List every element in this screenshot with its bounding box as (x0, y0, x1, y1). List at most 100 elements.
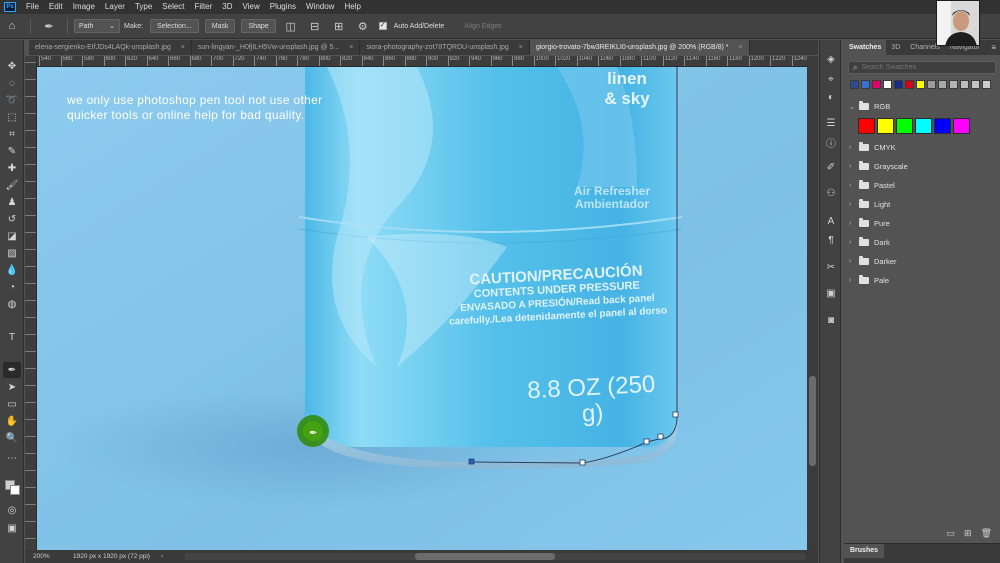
crop-tool-icon[interactable]: ⌗ (3, 126, 21, 142)
pen-tool-icon[interactable]: ✒ (3, 362, 21, 378)
swatch-group-light[interactable]: › Light (844, 195, 1000, 214)
sponge-tool-icon[interactable]: ◍ (3, 296, 21, 312)
color-swatch[interactable] (896, 118, 913, 134)
gradient-tool-icon[interactable]: ▧ (3, 245, 21, 261)
path-anchor-point[interactable] (657, 433, 664, 440)
menu-window[interactable]: Window (301, 0, 339, 14)
chevron-right-icon[interactable]: › (849, 277, 857, 284)
gear-icon[interactable]: ⚙ (354, 17, 372, 35)
make-mask-button[interactable]: Mask (204, 19, 236, 33)
recent-swatch[interactable] (960, 80, 969, 89)
history-brush-tool-icon[interactable]: ↺ (3, 211, 21, 227)
color-swatch[interactable] (915, 118, 932, 134)
recent-swatch[interactable] (883, 80, 892, 89)
swatch-group-rgb[interactable]: ⌄ RGB (844, 97, 1000, 116)
paths-icon[interactable]: ⌖ (824, 72, 838, 86)
color-swatch[interactable] (858, 118, 875, 134)
chevron-right-icon[interactable]: › (849, 239, 857, 246)
menu-view[interactable]: View (238, 0, 265, 14)
brush-settings-icon[interactable]: ✐ (824, 160, 838, 174)
chevron-down-icon[interactable]: ⌄ (849, 103, 857, 111)
close-icon[interactable]: × (519, 44, 523, 51)
hand-tool-icon[interactable]: ✋ (3, 413, 21, 429)
adjustments-icon[interactable]: ◐ (824, 90, 838, 104)
screen-mode-icon[interactable]: ▣ (3, 520, 21, 536)
brush-tool-icon[interactable]: 🖌 (3, 177, 21, 193)
marquee-tool-icon[interactable]: ◌ (3, 75, 21, 91)
pen-mode-select[interactable]: Path ⌄ (74, 19, 120, 33)
eraser-tool-icon[interactable]: ◪ (3, 228, 21, 244)
menu-help[interactable]: Help (339, 0, 365, 14)
recent-swatch[interactable] (872, 80, 881, 89)
swatch-group-pastel[interactable]: › Pastel (844, 176, 1000, 195)
dodge-tool-icon[interactable]: ◔ (3, 279, 21, 295)
tab-document-4[interactable]: giorgio-trovato-7bw3REIKLI0-unsplash.jpg… (529, 40, 750, 55)
clone-source-icon[interactable]: ⚇ (824, 186, 838, 200)
swatch-search-input[interactable] (861, 64, 982, 71)
make-shape-button[interactable]: Shape (241, 19, 276, 33)
home-icon[interactable]: ⌂ (3, 17, 21, 35)
healing-brush-tool-icon[interactable]: ✚ (3, 160, 21, 176)
close-icon[interactable]: × (739, 44, 743, 51)
tab-document-3[interactable]: siora-photography-zot78TQRDU-unsplash.jp… (360, 40, 530, 55)
recent-swatch[interactable] (927, 80, 936, 89)
path-alignment-icon[interactable]: ⊟ (306, 17, 324, 35)
new-swatch-icon[interactable]: ⊞ (964, 528, 972, 539)
new-group-folder-icon[interactable]: ▭ (947, 528, 956, 539)
path-anchor-point[interactable] (643, 438, 650, 445)
zoom-level[interactable]: 200% (25, 553, 61, 560)
chevron-right-icon[interactable]: › (849, 220, 857, 227)
swatch-search-box[interactable]: ⌕ (848, 61, 996, 74)
close-icon[interactable]: × (181, 44, 185, 51)
close-icon[interactable]: × (349, 44, 353, 51)
document-canvas[interactable]: ✒ we only use photoshop pen tool not use… (37, 67, 807, 550)
menu-plugins[interactable]: Plugins (265, 0, 301, 14)
timeline-icon[interactable]: ◙ (824, 313, 838, 327)
swatch-group-pale[interactable]: › Pale (844, 271, 1000, 290)
chevron-right-icon[interactable]: › (849, 258, 857, 265)
pen-tool-preset-icon[interactable]: ✒ (40, 17, 58, 35)
blur-tool-icon[interactable]: 💧 (3, 262, 21, 278)
recent-swatch[interactable] (982, 80, 991, 89)
quick-mask-icon[interactable]: ◎ (3, 502, 21, 518)
chevron-right-icon[interactable]: › (849, 201, 857, 208)
recent-swatch[interactable] (938, 80, 947, 89)
path-operations-icon[interactable]: ◫ (282, 17, 300, 35)
path-anchor-point-selected[interactable] (468, 458, 475, 465)
info-icon[interactable]: ⓘ (824, 135, 838, 150)
trash-icon[interactable]: 🗑 (981, 528, 992, 539)
path-arrangement-icon[interactable]: ⊞ (330, 17, 348, 35)
properties-icon[interactable]: ☰ (824, 116, 838, 130)
chevron-right-icon[interactable]: › (849, 163, 857, 170)
chevron-right-icon[interactable]: › (849, 144, 857, 151)
swatch-group-darker[interactable]: › Darker (844, 252, 1000, 271)
eyedropper-tool-icon[interactable]: ✎ (3, 143, 21, 159)
menu-3d[interactable]: 3D (217, 0, 237, 14)
lasso-tool-icon[interactable]: ➰ (3, 92, 21, 108)
recent-swatch[interactable] (905, 80, 914, 89)
scrollbar-thumb[interactable] (809, 376, 816, 466)
recent-swatch[interactable] (894, 80, 903, 89)
panel-menu-icon[interactable]: ≡ (991, 43, 996, 52)
tab-brushes[interactable]: Brushes (844, 544, 885, 558)
character-icon[interactable]: A (824, 214, 838, 228)
recent-swatch[interactable] (850, 80, 859, 89)
rectangle-tool-icon[interactable]: ▭ (3, 396, 21, 412)
recent-swatch[interactable] (916, 80, 925, 89)
recent-swatch[interactable] (861, 80, 870, 89)
scrollbar-thumb[interactable] (415, 553, 555, 560)
type-tool-icon[interactable]: T (3, 329, 21, 345)
tab-3d[interactable]: 3D (886, 40, 905, 55)
path-anchor-point[interactable] (672, 411, 679, 418)
swatch-group-pure[interactable]: › Pure (844, 214, 1000, 233)
tab-document-1[interactable]: elena-sergienko-EIfJDs4LAQk-unsplash.jpg… (29, 40, 192, 55)
menu-filter[interactable]: Filter (190, 0, 218, 14)
menu-type[interactable]: Type (130, 0, 157, 14)
navigator-icon[interactable]: ▣ (824, 286, 838, 300)
canvas-vertical-scrollbar[interactable] (807, 56, 818, 550)
path-selection-tool-icon[interactable]: ➤ (3, 379, 21, 395)
swatch-group-grayscale[interactable]: › Grayscale (844, 157, 1000, 176)
menu-layer[interactable]: Layer (100, 0, 130, 14)
recent-swatch[interactable] (949, 80, 958, 89)
tab-swatches[interactable]: Swatches (844, 40, 887, 55)
